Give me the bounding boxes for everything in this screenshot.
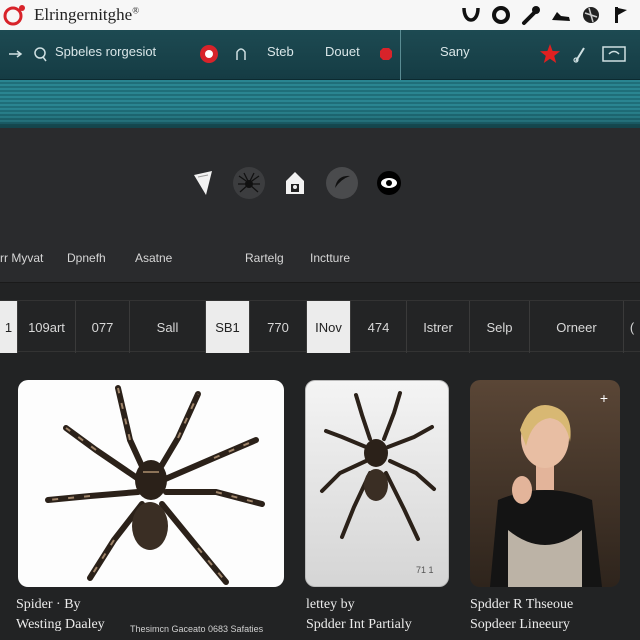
logo-icon — [3, 3, 27, 27]
moon-icon[interactable] — [325, 166, 359, 200]
filter-chip[interactable]: Selp — [470, 301, 530, 353]
card-title: lettey by — [306, 597, 355, 612]
filter-chip[interactable]: Istrer — [407, 301, 470, 353]
filter-chip[interactable]: SB1 — [206, 301, 250, 353]
filter-chip[interactable]: Orneer — [530, 301, 624, 353]
nav-item-douet[interactable]: Douet — [325, 44, 360, 59]
tool-area: rr Myvat Dpnefh Asatne Rartelg Inctture — [0, 128, 640, 283]
card-title: Spider · By — [16, 597, 81, 612]
column-header[interactable]: Rartelg — [245, 251, 284, 265]
filter-chip[interactable]: 1 — [0, 301, 18, 353]
column-header[interactable]: rr Myvat — [0, 251, 43, 265]
filter-chip[interactable]: Sall — [130, 301, 206, 353]
shoe-icon[interactable] — [548, 2, 574, 28]
ring-icon[interactable] — [488, 2, 514, 28]
horseshoe-icon[interactable] — [458, 2, 484, 28]
top-bar: Elringernitghe® — [0, 0, 640, 30]
filter-chip[interactable]: 077 — [76, 301, 130, 353]
nav-divider — [400, 30, 401, 80]
record-icon[interactable] — [197, 42, 221, 66]
nav-bar: Spbeles rorgesiot Steb Douet Sany — [0, 30, 640, 80]
house-icon[interactable] — [278, 166, 312, 200]
add-icon[interactable]: + — [600, 390, 608, 406]
menu-arrow-icon[interactable] — [4, 42, 28, 66]
arch-icon[interactable] — [229, 42, 253, 66]
globe-icon[interactable] — [578, 2, 604, 28]
filter-chip[interactable]: INov — [307, 301, 351, 353]
wrench-icon[interactable] — [518, 2, 544, 28]
card-image-spider-1[interactable] — [18, 380, 284, 587]
card-badge: 71 1 — [416, 565, 434, 575]
filter-chip[interactable]: ( — [624, 301, 640, 353]
window-icon[interactable] — [601, 42, 627, 66]
page: Elringernitghe® Spbeles rorgesiot Steb D… — [0, 0, 640, 640]
filter-row: 1 109art 077 Sall SB1 770 INov 474 Istre… — [0, 300, 640, 353]
card-subtitle: Spdder Int Partialy — [306, 617, 412, 632]
filter-chip[interactable]: 770 — [250, 301, 307, 353]
column-header[interactable]: Inctture — [310, 251, 350, 265]
stop-icon[interactable] — [374, 42, 398, 66]
card-meta: Thesimcn Gaceato 0683 Safaties — [130, 624, 264, 634]
nav-item-steb[interactable]: Steb — [267, 44, 294, 59]
app-title: Elringernitghe® — [34, 5, 140, 24]
card-title: Spdder R Thseoue — [470, 597, 574, 612]
card-image-portrait[interactable]: + — [470, 380, 620, 587]
filter-chip[interactable]: 474 — [351, 301, 407, 353]
eye-icon[interactable] — [372, 166, 406, 200]
search-icon[interactable] — [29, 42, 53, 66]
nav-item-spbeles[interactable]: Spbeles rorgesiot — [55, 44, 156, 59]
column-header[interactable]: Asatne — [135, 251, 172, 265]
nav-item-sany[interactable]: Sany — [440, 44, 470, 59]
star-icon[interactable] — [538, 42, 562, 66]
flag-icon[interactable] — [608, 2, 634, 28]
spider-icon[interactable] — [232, 166, 266, 200]
card-image-spider-2[interactable]: 71 1 — [305, 380, 449, 587]
column-header[interactable]: Dpnefh — [67, 251, 106, 265]
card-subtitle: Sopdeer Lineeury — [470, 617, 570, 632]
filter-chip[interactable]: 109art — [18, 301, 76, 353]
card-subtitle: Westing Daaley — [16, 617, 105, 632]
shield-icon[interactable] — [186, 166, 220, 200]
pen-icon[interactable] — [568, 42, 592, 66]
